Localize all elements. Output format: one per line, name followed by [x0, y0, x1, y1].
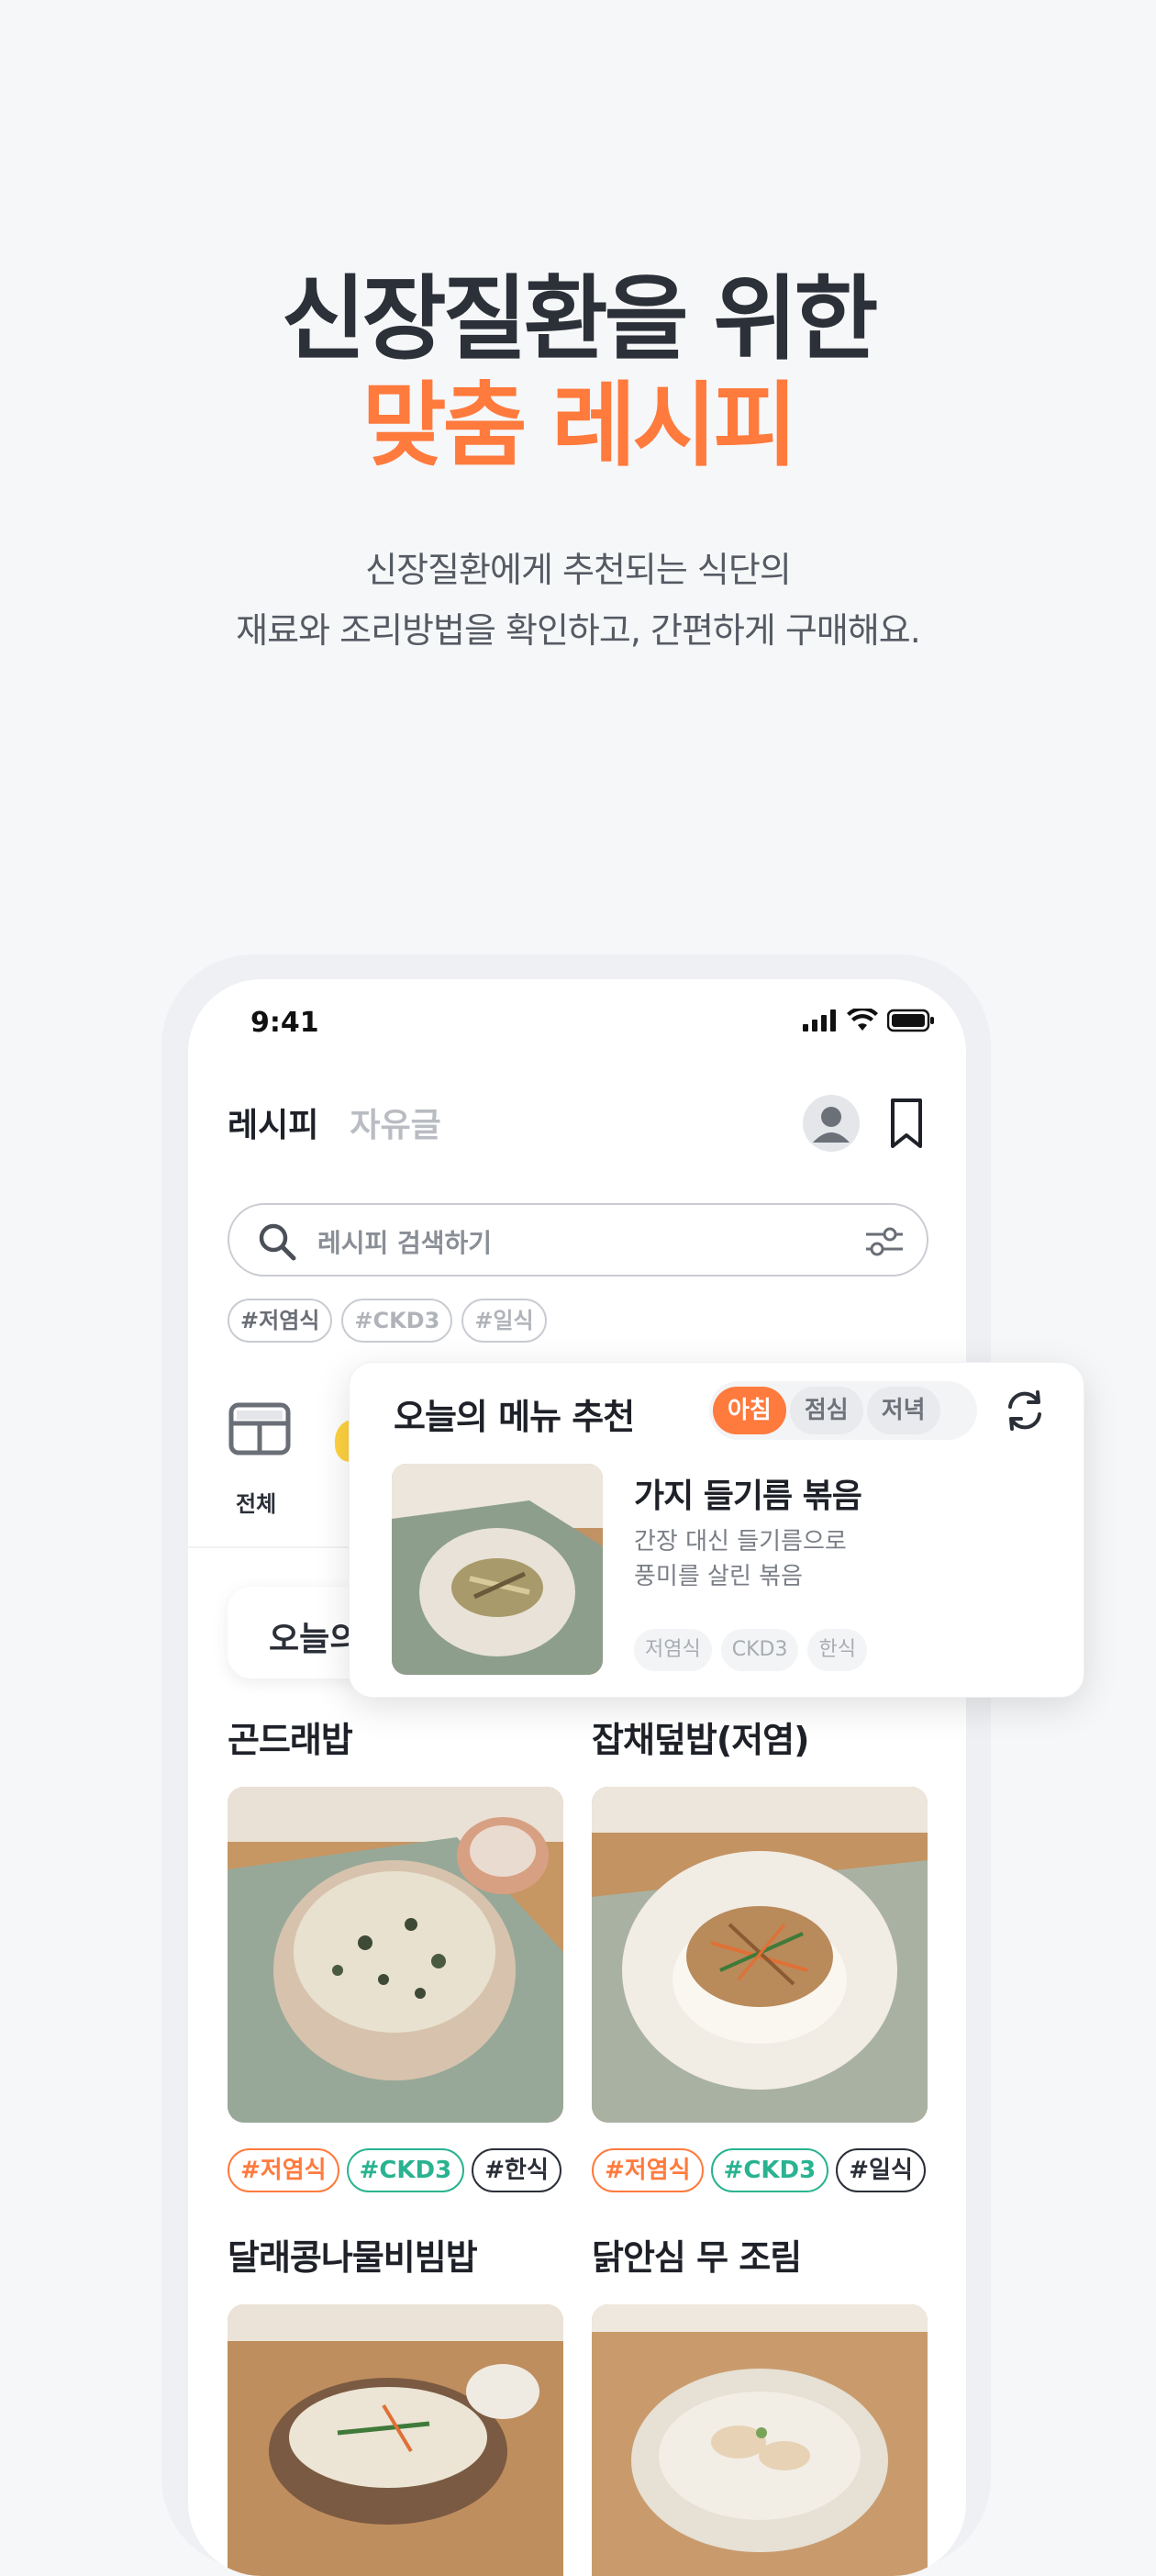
recipe-tag-chips: #저염식 #CKD3 #일식 [592, 2148, 926, 2192]
hero-title-line1: 신장질환을 위한 [281, 265, 879, 373]
phone-screen: 9:41 레시피 자유글 레시피 검색하기 #저염식 #CKD3 #일식 전체 … [188, 979, 966, 2576]
japchae-rice-image [592, 1787, 928, 2123]
recipe-image-chicken[interactable] [592, 2304, 928, 2576]
grid-icon[interactable] [228, 1401, 292, 1456]
tag-chip[interactable]: #저염식 [592, 2148, 704, 2192]
dish-tag: CKD3 [720, 1629, 799, 1671]
hero-subtitle-line2: 재료와 조리방법을 확인하고, 간편하게 구매해요. [236, 610, 921, 651]
tag-chip[interactable]: #CKD3 [341, 1299, 453, 1343]
bookmark-icon[interactable] [885, 1097, 928, 1150]
dish-description-line1: 간장 대신 들기름으로 [634, 1528, 847, 1556]
hero-subtitle-line1: 신장질환에게 추천되는 식단의 [365, 550, 792, 590]
dish-tag: 한식 [807, 1629, 867, 1671]
recipe-title[interactable]: 잡채덮밥(저염) [592, 1712, 809, 1762]
hero-title: 신장질환을 위한 맞춤 레시피 [0, 266, 1156, 479]
menu-recommendation-card[interactable]: 오늘의 메뉴 추천 아침 점심 저녁 가지 들기름 볶음 간장 대신 들기름으로… [349, 1362, 1084, 1698]
status-icons [801, 1009, 935, 1032]
tab-free-post[interactable]: 자유글 [350, 1098, 440, 1146]
dish-image[interactable] [392, 1464, 603, 1675]
meal-button-lunch[interactable]: 점심 [789, 1387, 863, 1434]
dish-description-line2: 풍미를 살린 볶음 [634, 1563, 803, 1590]
hero-subtitle: 신장질환에게 추천되는 식단의 재료와 조리방법을 확인하고, 간편하게 구매해… [0, 540, 1156, 661]
dallae-bibimbap-image [228, 2304, 563, 2576]
dish-tag: 저염식 [634, 1629, 712, 1671]
signal-icon [803, 1009, 836, 1032]
user-icon [813, 1107, 850, 1143]
tag-chip[interactable]: #일식 [461, 1299, 547, 1343]
recipe-tag-chips: #저염식 #CKD3 #한식 [228, 2148, 561, 2192]
avatar[interactable] [803, 1095, 860, 1152]
tag-chip[interactable]: #한식 [472, 2148, 561, 2192]
dish-description: 간장 대신 들기름으로 풍미를 살린 볶음 [634, 1524, 909, 1594]
recipe-image-gondre[interactable] [228, 1787, 563, 2123]
search-input[interactable]: 레시피 검색하기 [317, 1223, 492, 1260]
menu-card-title: 오늘의 메뉴 추천 [394, 1397, 635, 1437]
dish-tags: 저염식 CKD3 한식 [634, 1629, 867, 1671]
today-label: 오늘의 [269, 1621, 361, 1658]
category-all-label[interactable]: 전체 [236, 1486, 276, 1518]
tab-recipe[interactable]: 레시피 [228, 1098, 318, 1146]
recipe-title[interactable]: 달래콩나물비빔밥 [228, 2229, 478, 2280]
top-tabs: 레시피 자유글 [228, 1098, 441, 1146]
filter-icon[interactable] [862, 1221, 906, 1262]
tag-chip[interactable]: #저염식 [228, 2148, 339, 2192]
hero-title-line2: 맞춤 레시피 [361, 372, 798, 479]
search-tag-chips: #저염식 #CKD3 #일식 [228, 1299, 547, 1343]
recipe-title[interactable]: 곤드래밥 [228, 1712, 353, 1762]
recipe-image-japchae[interactable] [592, 1787, 928, 2123]
meal-toggle: 아침 점심 저녁 [709, 1381, 977, 1440]
tag-chip[interactable]: #CKD3 [346, 2148, 465, 2192]
search-bar[interactable]: 레시피 검색하기 [228, 1203, 928, 1277]
meal-button-dinner[interactable]: 저녁 [866, 1387, 940, 1434]
refresh-icon[interactable] [999, 1385, 1050, 1436]
search-icon [259, 1223, 296, 1261]
recipe-title[interactable]: 닭안심 무 조림 [592, 2229, 802, 2280]
gondre-rice-image [228, 1787, 563, 2123]
recipe-image-dallae[interactable] [228, 2304, 563, 2576]
dish-name: 가지 들기름 볶음 [634, 1478, 862, 1515]
tag-chip[interactable]: #일식 [836, 2148, 926, 2192]
wifi-icon [847, 1009, 878, 1031]
status-time: 9:41 [250, 1007, 319, 1039]
eggplant-dish-image [392, 1464, 603, 1675]
meal-button-breakfast[interactable]: 아침 [713, 1387, 786, 1434]
battery-icon [887, 1009, 934, 1032]
tag-chip[interactable]: #CKD3 [710, 2148, 829, 2192]
tag-chip[interactable]: #저염식 [228, 1299, 333, 1343]
chicken-radish-image [592, 2304, 928, 2576]
